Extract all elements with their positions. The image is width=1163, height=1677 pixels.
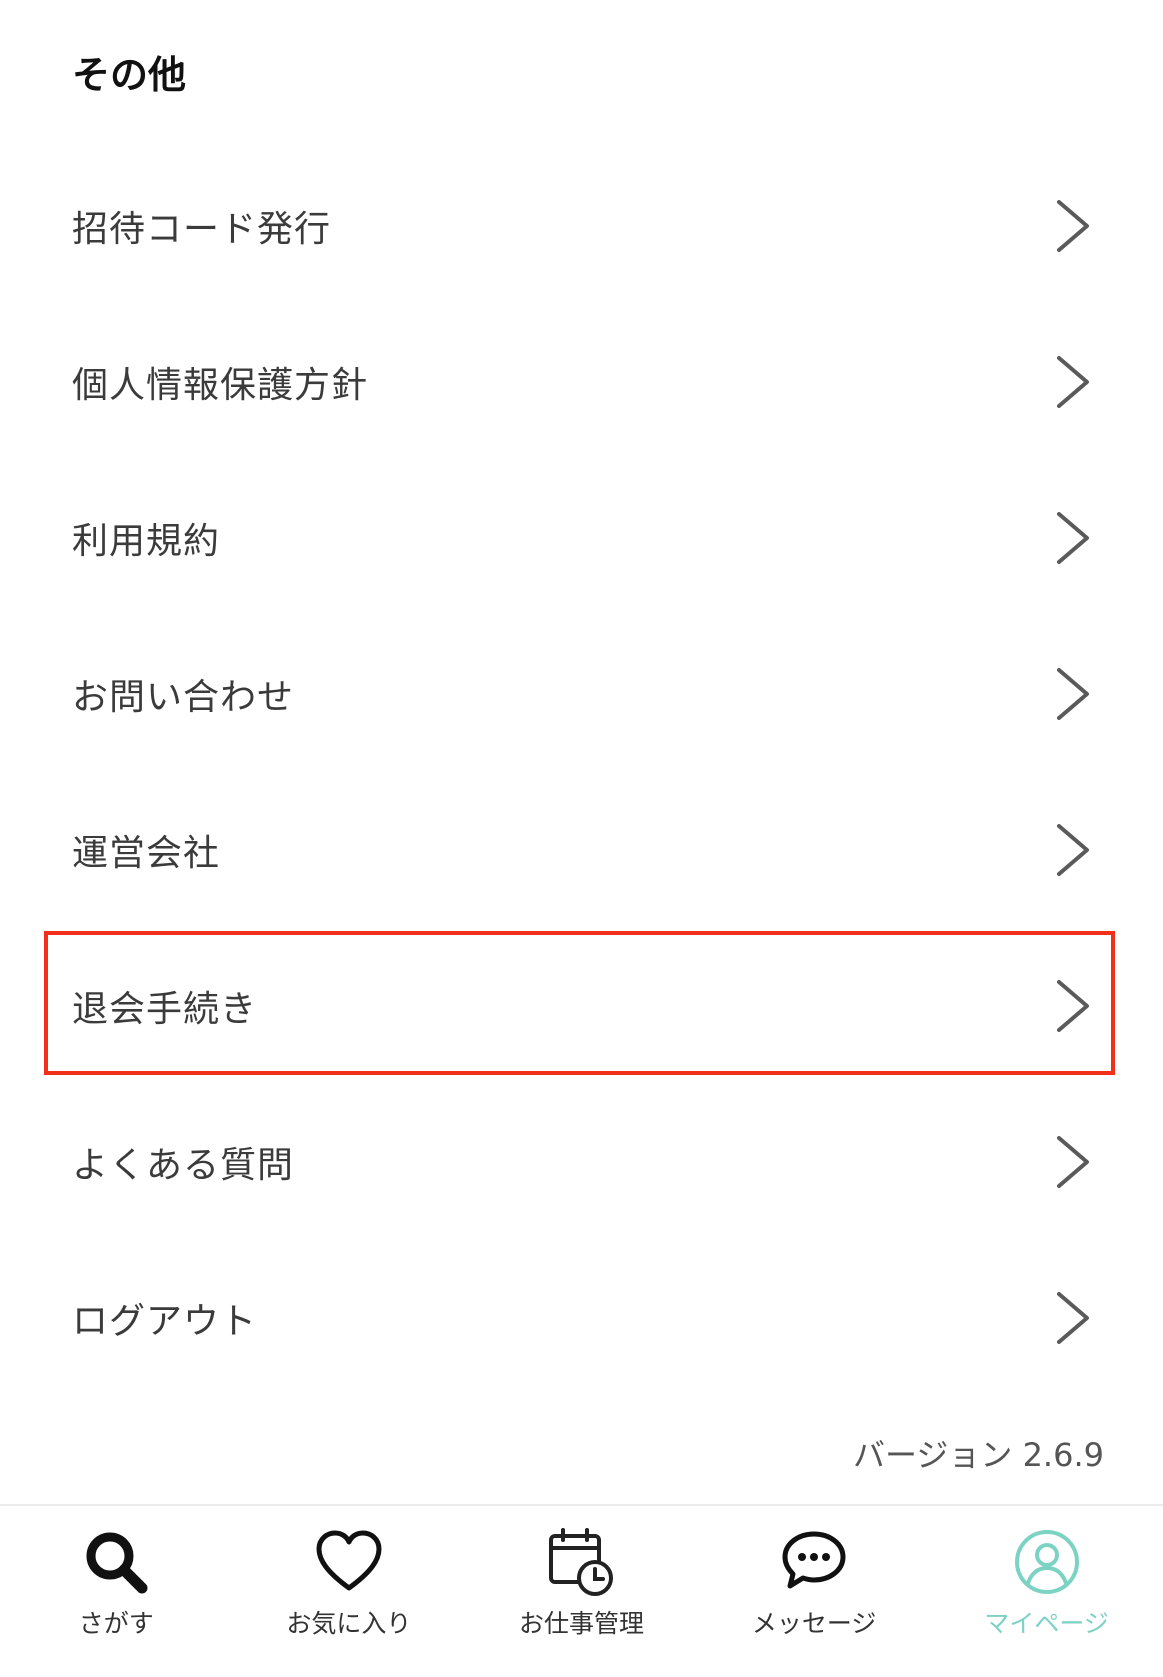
tab-messages[interactable]: メッセージ xyxy=(698,1506,931,1677)
menu-item-label: 個人情報保護方針 xyxy=(72,365,369,406)
tab-mypage[interactable]: マイページ xyxy=(930,1506,1163,1677)
chevron-right-icon xyxy=(1057,512,1089,564)
menu-item-company[interactable]: 運営会社 xyxy=(0,772,1163,928)
menu-item-faq[interactable]: よくある質問 xyxy=(0,1084,1163,1240)
menu-item-contact[interactable]: お問い合わせ xyxy=(0,616,1163,772)
chevron-right-icon xyxy=(1057,1136,1089,1188)
chevron-right-icon xyxy=(1057,824,1089,876)
tab-label: メッセージ xyxy=(751,1609,877,1638)
menu-item-label: 退会手続き xyxy=(72,989,258,1030)
calendar-clock-icon xyxy=(549,1528,614,1596)
tab-search[interactable]: さがす xyxy=(0,1506,233,1677)
chat-bubble-icon xyxy=(782,1531,846,1589)
chevron-right-icon xyxy=(1057,356,1089,408)
chevron-right-icon xyxy=(1057,200,1089,252)
section-title: その他 xyxy=(72,53,187,97)
tab-favorites[interactable]: お気に入り xyxy=(233,1506,466,1677)
search-icon xyxy=(86,1532,148,1594)
heart-icon xyxy=(316,1530,382,1591)
tab-job-management[interactable]: お仕事管理 xyxy=(465,1506,698,1677)
menu-item-logout[interactable]: ログアウト xyxy=(0,1240,1163,1396)
menu-item-label: 招待コード発行 xyxy=(72,209,332,250)
tab-label: お仕事管理 xyxy=(518,1609,644,1638)
chevron-right-icon xyxy=(1057,668,1089,720)
menu-item-privacy-policy[interactable]: 個人情報保護方針 xyxy=(0,304,1163,460)
menu-item-label: よくある質問 xyxy=(72,1145,295,1186)
menu-item-label: 利用規約 xyxy=(72,521,221,562)
chevron-right-icon xyxy=(1057,1292,1089,1344)
tab-label: お気に入り xyxy=(286,1609,412,1638)
menu-item-terms[interactable]: 利用規約 xyxy=(0,460,1163,616)
menu-item-label: ログアウト xyxy=(72,1301,258,1342)
chevron-right-icon xyxy=(1057,980,1089,1032)
menu-item-label: 運営会社 xyxy=(72,833,221,874)
tab-label: マイページ xyxy=(984,1609,1109,1638)
menu-item-invite-code[interactable]: 招待コード発行 xyxy=(0,148,1163,304)
settings-menu-list: 招待コード発行 個人情報保護方針 利用規約 お問い合わせ 運営会社 退会手続き … xyxy=(0,148,1163,1396)
menu-item-withdraw[interactable]: 退会手続き xyxy=(0,928,1163,1084)
user-icon xyxy=(1014,1530,1079,1594)
bottom-tab-bar: さがす お気に入り お仕事管理 メッセージ マイページ xyxy=(0,1504,1163,1677)
menu-item-label: お問い合わせ xyxy=(72,677,295,718)
version-text: バージョン 2.6.9 xyxy=(853,1436,1104,1474)
tab-label: さがす xyxy=(78,1609,154,1638)
